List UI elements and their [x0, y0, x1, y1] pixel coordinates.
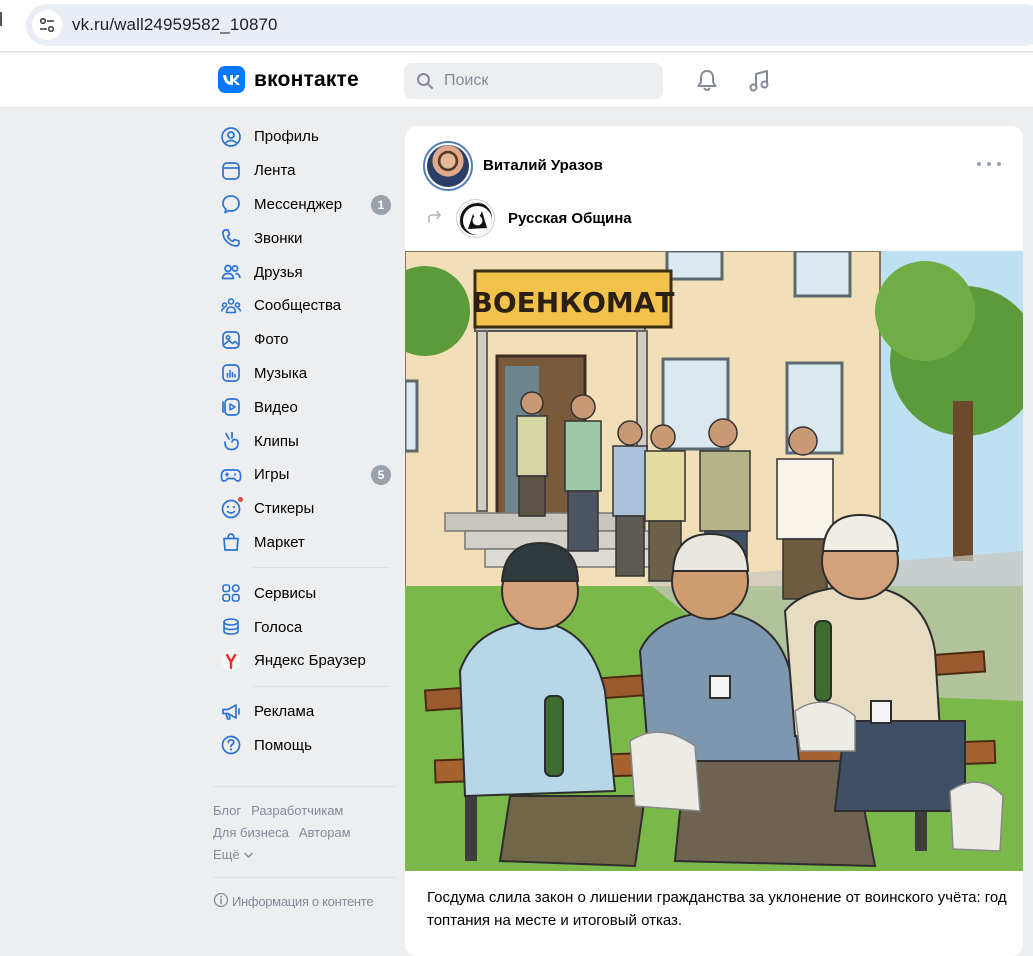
post-text: Госдума слила закон о лишении гражданств…	[427, 889, 1007, 929]
footer-link-authors[interactable]: Авторам	[299, 825, 351, 840]
voenkomat-sign-text: ВОЕНКОМАТ	[471, 286, 674, 319]
sidebar-item-communities[interactable]: Сообщества	[213, 289, 398, 323]
content-info-label: Информация о контенте	[232, 894, 374, 909]
sidebar-item-clips[interactable]: Клипы	[213, 424, 398, 458]
footer-more-button[interactable]: Ещё	[213, 844, 393, 866]
sidebar-item-label: Сообщества	[254, 297, 342, 315]
votes-icon	[220, 616, 242, 638]
sidebar-item-label: Яндекс Браузер	[254, 652, 366, 670]
footer-link-business[interactable]: Для бизнеса	[213, 825, 289, 840]
profile-icon	[220, 126, 242, 148]
sidebar-item-label: Маркет	[254, 533, 305, 551]
repost-group-name[interactable]: Русская Община	[508, 210, 632, 227]
sidebar-item-votes[interactable]: Голоса	[213, 610, 398, 644]
messenger-icon	[220, 193, 242, 215]
sidebar-item-label: Клипы	[254, 432, 299, 450]
sidebar-item-music[interactable]: Музыка	[213, 357, 398, 391]
notifications-bell-icon[interactable]	[694, 68, 720, 94]
communities-icon	[220, 295, 242, 317]
yandex-browser-icon	[220, 650, 242, 672]
vk-logo-icon	[218, 66, 245, 93]
footer-link-blog[interactable]: Блог	[213, 803, 241, 818]
site-settings-icon[interactable]	[32, 10, 62, 40]
stickers-icon	[220, 495, 244, 520]
sidebar-item-help[interactable]: Помощь	[213, 729, 398, 763]
sidebar-item-market[interactable]: Маркет	[213, 526, 398, 560]
sidebar-item-label: Друзья	[254, 263, 303, 281]
sidebar-item-label: Сервисы	[254, 584, 317, 602]
sidebar-item-label: Звонки	[254, 229, 303, 247]
sidebar-item-messenger[interactable]: Мессенджер 1	[213, 188, 398, 222]
sidebar-item-stickers[interactable]: Стикеры	[213, 492, 398, 526]
sidebar-item-video[interactable]: Видео	[213, 390, 398, 424]
info-icon	[213, 892, 229, 911]
phone-icon	[220, 227, 242, 249]
music-note-icon[interactable]	[746, 68, 772, 94]
feed-icon	[220, 160, 242, 182]
ads-icon	[220, 701, 242, 723]
footer-divider	[213, 877, 396, 878]
video-icon	[220, 396, 242, 418]
help-icon	[220, 734, 242, 756]
chevron-down-icon	[243, 847, 253, 862]
tab-edge-mark	[0, 12, 4, 26]
sidebar-item-label: Игры	[254, 466, 290, 484]
photo-icon	[220, 329, 242, 351]
url-text[interactable]: vk.ru/wall24959582_10870	[72, 15, 278, 35]
footer-more-label: Ещё	[213, 847, 240, 862]
sidebar-item-label: Фото	[254, 331, 289, 349]
sidebar-item-label: Профиль	[254, 128, 319, 146]
clips-icon	[220, 430, 242, 452]
games-icon	[220, 464, 242, 486]
sidebar-item-label: Стикеры	[254, 500, 315, 518]
search-input[interactable]	[444, 63, 654, 99]
sidebar-item-label: Голоса	[254, 618, 303, 636]
music-icon	[220, 362, 242, 384]
repost-group-avatar[interactable]	[457, 200, 494, 237]
search-box[interactable]	[404, 63, 663, 99]
stickers-new-dot	[237, 495, 244, 503]
sidebar-item-photos[interactable]: Фото	[213, 323, 398, 357]
address-bar[interactable]: vk.ru/wall24959582_10870	[26, 4, 1033, 46]
sidebar-divider	[213, 786, 396, 787]
sidebar-item-label: Видео	[254, 398, 298, 416]
services-icon	[220, 582, 242, 604]
author-avatar[interactable]	[423, 141, 473, 191]
messenger-unread-badge: 1	[371, 194, 391, 215]
post-author-name[interactable]: Виталий Уразов	[483, 157, 603, 174]
market-icon	[220, 531, 242, 553]
post-illustration: ВОЕНКОМАТ	[405, 251, 1023, 871]
friends-icon	[220, 261, 242, 283]
sidebar-item-games[interactable]: Игры 5	[213, 458, 398, 492]
wall-post: Виталий Уразов Русская Община ВОЕНКОМАТ …	[405, 126, 1023, 956]
footer-link-developers[interactable]: Разработчикам	[251, 803, 343, 818]
content-info-link[interactable]: Информация о контенте	[213, 892, 374, 911]
games-badge: 5	[371, 464, 391, 485]
sidebar-item-friends[interactable]: Друзья	[213, 255, 398, 289]
sidebar-divider	[253, 567, 389, 569]
vk-logo-text: вконтакте	[254, 67, 359, 91]
sidebar-item-ads[interactable]: Реклама	[213, 695, 398, 729]
sidebar-item-label: Музыка	[254, 364, 308, 382]
repost-arrow-icon	[427, 210, 443, 229]
sidebar-item-label: Помощь	[254, 736, 312, 754]
search-icon	[416, 72, 434, 95]
sidebar-item-label: Реклама	[254, 703, 315, 721]
sidebar-item-feed[interactable]: Лента	[213, 154, 398, 188]
sidebar-item-services[interactable]: Сервисы	[213, 576, 398, 610]
sidebar-item-profile[interactable]: Профиль	[213, 120, 398, 154]
author-avatar-photo	[427, 145, 469, 187]
footer-links: Блог Разработчикам Для бизнеса Авторам Ещё	[213, 800, 393, 866]
sidebar-item-calls[interactable]: Звонки	[213, 221, 398, 255]
vk-header: вконтакте	[0, 53, 1033, 108]
left-sidebar: Профиль Лента Мессенджер 1 Звонки Друзья…	[213, 120, 398, 762]
sidebar-item-yandex-browser[interactable]: Яндекс Браузер	[213, 644, 398, 678]
post-image[interactable]: ВОЕНКОМАТ	[405, 251, 1023, 871]
browser-toolbar: vk.ru/wall24959582_10870	[0, 0, 1033, 52]
vk-logo[interactable]: вконтакте	[218, 66, 359, 93]
post-more-menu-icon[interactable]	[977, 154, 1001, 174]
sidebar-divider	[253, 685, 389, 687]
sidebar-item-label: Лента	[254, 162, 296, 180]
sidebar-item-label: Мессенджер	[254, 195, 343, 213]
